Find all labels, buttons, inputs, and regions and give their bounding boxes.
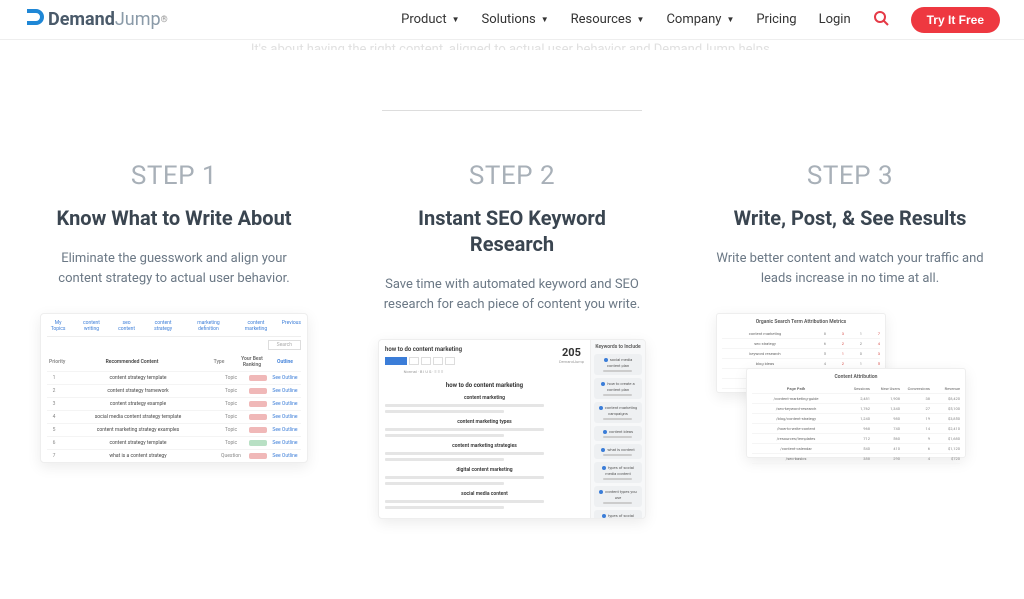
- step-1: STEP 1 Know What to Write About Eliminat…: [40, 161, 308, 519]
- step-label: STEP 3: [716, 161, 984, 191]
- nav-company[interactable]: Company▼: [666, 12, 734, 27]
- nav-pricing[interactable]: Pricing: [756, 12, 796, 27]
- nav-resources[interactable]: Resources▼: [571, 12, 645, 27]
- step3-screenshot: Organic Search Term Attribution Metrics …: [716, 313, 984, 473]
- step-desc: Eliminate the guesswork and align your c…: [40, 249, 308, 289]
- brand-logo[interactable]: DemandJump®: [24, 7, 168, 32]
- step-desc: Write better content and watch your traf…: [716, 249, 984, 289]
- caret-down-icon: ▼: [637, 15, 645, 24]
- search-icon[interactable]: [873, 10, 889, 30]
- caret-down-icon: ▼: [726, 15, 734, 24]
- step-label: STEP 1: [40, 161, 308, 191]
- logo-icon: [24, 7, 44, 32]
- step-2: STEP 2 Instant SEO Keyword Research Save…: [378, 161, 646, 519]
- reg-mark: ®: [161, 15, 168, 25]
- caret-down-icon: ▼: [452, 15, 460, 24]
- step-3: STEP 3 Write, Post, & See Results Write …: [716, 161, 984, 519]
- nav-login[interactable]: Login: [819, 12, 851, 27]
- brand-strong: Demand: [48, 9, 115, 30]
- step-title: Know What to Write About: [40, 205, 308, 231]
- hero-tail-text: It's about having the right content, ali…: [0, 40, 1024, 50]
- step2-screenshot: how to do content marketing Normal · B I…: [378, 339, 646, 519]
- step-title: Instant SEO Keyword Research: [378, 205, 646, 257]
- cta-try-free[interactable]: Try It Free: [911, 7, 1000, 33]
- main-nav: Product▼ Solutions▼ Resources▼ Company▼ Pric…: [401, 7, 1000, 33]
- section-divider: [382, 110, 642, 111]
- caret-down-icon: ▼: [541, 15, 549, 24]
- step-label: STEP 2: [378, 161, 646, 191]
- nav-product[interactable]: Product▼: [401, 12, 459, 27]
- step-title: Write, Post, & See Results: [716, 205, 984, 231]
- step-desc: Save time with automated keyword and SEO…: [378, 275, 646, 315]
- nav-solutions[interactable]: Solutions▼: [482, 12, 549, 27]
- brand-light: Jump: [115, 9, 161, 30]
- steps-row: STEP 1 Know What to Write About Eliminat…: [0, 161, 1024, 599]
- top-nav-bar: DemandJump® Product▼ Solutions▼ Resources▼…: [0, 0, 1024, 40]
- step1-screenshot: My Topicscontent writingseo contentconte…: [40, 313, 308, 463]
